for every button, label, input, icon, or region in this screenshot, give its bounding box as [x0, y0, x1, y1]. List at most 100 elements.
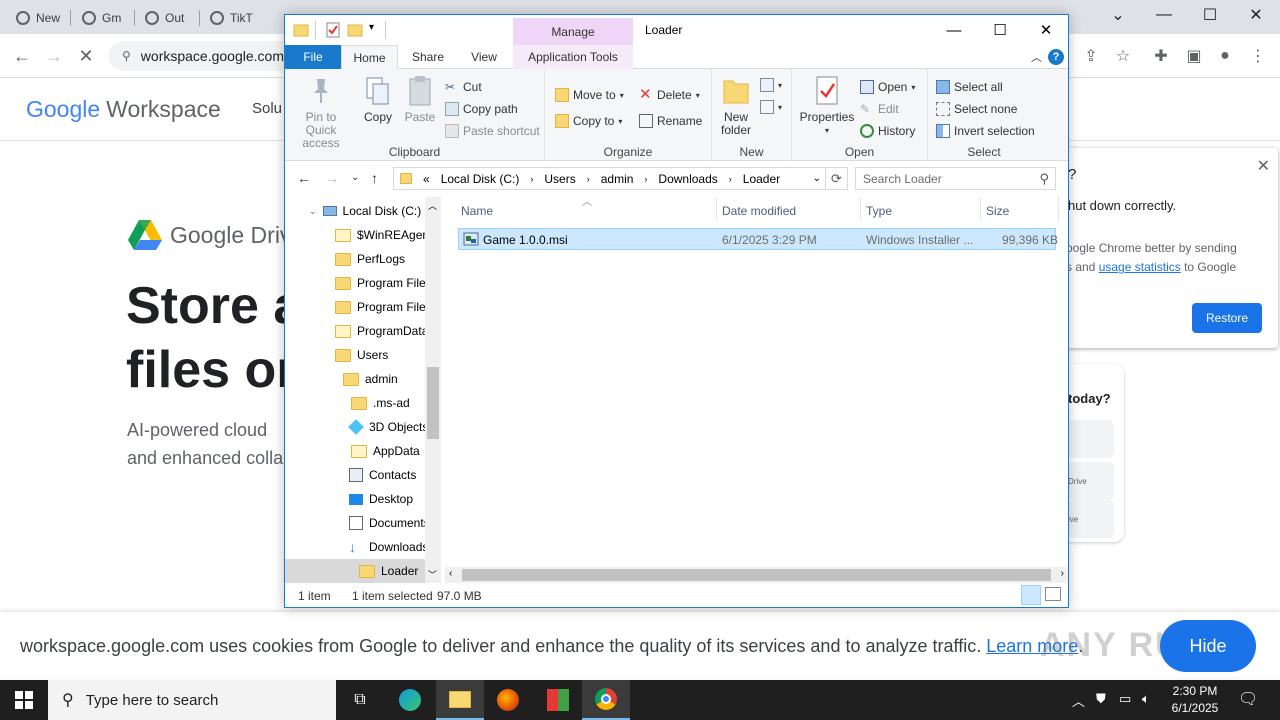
nav-folder[interactable]: admin	[343, 367, 398, 391]
nav-folder[interactable]: PerfLogs	[335, 247, 405, 271]
show-hidden-icons-icon[interactable]: ︿	[1072, 691, 1085, 710]
nav-documents[interactable]: Documents	[349, 511, 430, 535]
recent-locations-icon[interactable]: ⌄	[351, 172, 359, 183]
chrome-maximize-button[interactable]: ☐	[1187, 0, 1233, 30]
invert-selection-button[interactable]: Invert selection	[936, 121, 1035, 141]
notifications-icon[interactable]: 🗨︎	[1238, 689, 1258, 709]
paste-shortcut-button[interactable]: Paste shortcut	[445, 121, 540, 141]
card-option[interactable]: Drive	[1068, 462, 1114, 500]
hide-cookie-button[interactable]: Hide	[1160, 620, 1256, 672]
firefox-icon[interactable]	[484, 680, 532, 720]
forward-icon[interactable]: →	[325, 170, 339, 186]
nav-folder[interactable]: Program Files	[335, 295, 432, 319]
move-to-button[interactable]: Move to ▾	[555, 85, 624, 105]
chrome-menu-icon[interactable]: ⋮	[1247, 45, 1269, 67]
file-row-selected[interactable]: Game 1.0.0.msi 6/1/2025 3:29 PM Windows …	[458, 228, 1058, 250]
delete-button[interactable]: ✕ Delete ▾	[639, 85, 700, 105]
minimize-button[interactable]: —	[931, 15, 977, 45]
new-item-button[interactable]: ▾	[760, 75, 782, 95]
breadcrumb[interactable]: Downloads	[658, 172, 717, 186]
network-security-icon[interactable]: ⛊	[1096, 691, 1106, 707]
history-button[interactable]: History	[860, 121, 915, 141]
large-icons-view-icon[interactable]	[1045, 587, 1061, 601]
easy-access-button[interactable]: ▾	[760, 97, 782, 117]
breadcrumb[interactable]: Users	[544, 172, 575, 186]
scroll-left-icon[interactable]: ‹	[449, 568, 452, 579]
chrome-minimize-button[interactable]: —	[1141, 0, 1187, 30]
nav-folder[interactable]: ProgramData	[335, 319, 428, 343]
back-arrow-icon[interactable]: ←	[10, 44, 34, 68]
rename-button[interactable]: Rename	[639, 111, 702, 131]
new-folder-button[interactable]: New folder	[718, 75, 754, 137]
usage-statistics-link[interactable]: usage statistics	[1099, 260, 1181, 274]
breadcrumb[interactable]: Local Disk (C:)	[441, 172, 520, 186]
column-size[interactable]: Size	[986, 204, 1009, 218]
volume-icon[interactable]: 🔈︎	[1142, 691, 1150, 707]
new-folder-quick-icon[interactable]	[347, 22, 363, 38]
browser-tab[interactable]: Out	[137, 6, 197, 30]
anyrun-app-icon[interactable]	[534, 680, 582, 720]
tab-home[interactable]: Home	[341, 45, 398, 70]
nav-local-disk[interactable]: ⌄ Local Disk (C:)	[309, 199, 421, 223]
nav-folder[interactable]: .ms-ad	[351, 391, 410, 415]
extensions-icon[interactable]: ✚	[1150, 45, 1172, 67]
browser-tab[interactable]: New	[8, 6, 68, 30]
close-icon[interactable]: ✕	[1257, 156, 1270, 176]
card-option[interactable]: ive	[1068, 500, 1114, 538]
address-bar[interactable]: « Local Disk (C:) › Users › admin › Downloa…	[393, 167, 826, 190]
pin-quick-access-button[interactable]: Pin to Quick access	[291, 75, 351, 150]
select-all-button[interactable]: Select all	[936, 77, 1003, 97]
breadcrumb[interactable]: Loader	[743, 172, 780, 186]
task-view-icon[interactable]: ⧉	[336, 680, 384, 720]
nav-contacts[interactable]: Contacts	[349, 463, 416, 487]
horizontal-scrollbar[interactable]: ‹ ›	[445, 567, 1068, 583]
nav-desktop[interactable]: Desktop	[349, 487, 413, 511]
restore-button[interactable]: Restore	[1192, 303, 1262, 333]
paste-button[interactable]: Paste	[403, 75, 437, 124]
nav-3d-objects[interactable]: 3D Objects	[348, 415, 428, 439]
explorer-title-bar[interactable]: ▾ Manage Loader — ☐ ✕	[285, 15, 1068, 45]
scroll-up-icon[interactable]: ︿	[428, 199, 437, 212]
bookmark-star-icon[interactable]: ☆	[1112, 45, 1134, 67]
column-name[interactable]: Name	[461, 204, 493, 218]
up-arrow-icon[interactable]: ↑	[371, 170, 378, 186]
google-workspace-logo[interactable]: Google Workspace	[26, 96, 221, 123]
nav-scrollbar[interactable]: ︿ ﹀	[425, 197, 441, 583]
copy-button[interactable]: Copy	[361, 75, 395, 124]
help-icon[interactable]: ?	[1048, 49, 1064, 65]
search-input[interactable]: Search Loader ⚲	[855, 167, 1056, 190]
back-icon[interactable]: ←	[297, 170, 311, 186]
breadcrumb[interactable]: admin	[601, 172, 634, 186]
horizontal-scroll-thumb[interactable]	[462, 569, 1051, 581]
profile-icon[interactable]: ●	[1214, 45, 1236, 67]
nav-solutions[interactable]: Solu	[252, 100, 282, 117]
tab-application-tools[interactable]: Application Tools	[513, 45, 633, 69]
nav-loader-selected[interactable]: Loader	[285, 559, 425, 583]
network-icon[interactable]: ▭	[1119, 691, 1131, 707]
column-type[interactable]: Type	[866, 204, 892, 218]
stop-loading-icon[interactable]: ✕	[74, 44, 98, 68]
share-icon[interactable]: ⇪	[1080, 45, 1102, 67]
tab-search-icon[interactable]: ⌄	[1095, 0, 1141, 30]
nav-scroll-thumb[interactable]	[427, 367, 439, 439]
address-dropdown-icon[interactable]: ⌄	[813, 173, 821, 184]
scroll-down-icon[interactable]: ﹀	[428, 568, 437, 581]
edit-button[interactable]: ✎ Edit	[860, 99, 899, 119]
taskbar-search[interactable]: ⚲ Type here to search	[48, 680, 336, 720]
browser-tab[interactable]: TikT	[202, 6, 262, 30]
forward-arrow-icon[interactable]: →	[42, 44, 66, 68]
nav-downloads[interactable]: ↓ Downloads	[349, 535, 428, 559]
close-button[interactable]: ✕	[1023, 15, 1069, 45]
site-info-icon[interactable]: ⚲	[122, 49, 131, 63]
details-view-icon[interactable]	[1021, 585, 1041, 605]
nav-folder[interactable]: $WinREAgent	[335, 223, 432, 247]
column-date-modified[interactable]: Date modified	[722, 204, 796, 218]
card-option[interactable]	[1068, 420, 1114, 458]
tab-file[interactable]: File	[285, 45, 341, 69]
customize-toolbar-icon[interactable]: ▾	[369, 22, 374, 33]
system-clock[interactable]: 2:30 PM 6/1/2025	[1160, 683, 1230, 717]
scroll-right-icon[interactable]: ›	[1061, 568, 1064, 579]
edge-icon[interactable]	[386, 680, 434, 720]
properties-button[interactable]: Properties ▾	[800, 75, 854, 137]
copy-path-button[interactable]: Copy path	[445, 99, 518, 119]
